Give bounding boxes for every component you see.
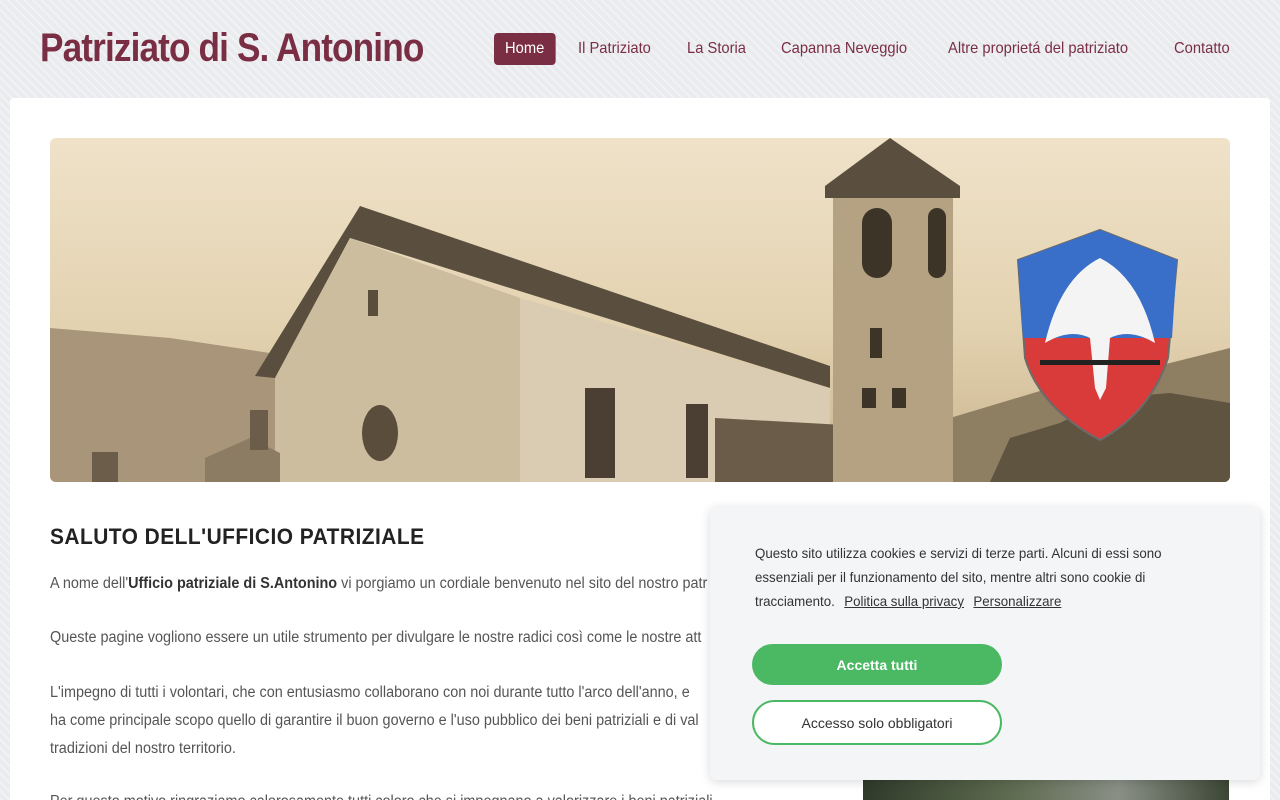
nav-home[interactable]: Home bbox=[494, 33, 556, 65]
hero-image bbox=[50, 138, 1230, 482]
cookie-message: Questo sito utilizza cookies e servizi d… bbox=[755, 541, 1202, 613]
main-nav: Home Il Patriziato La Storia Capanna Nev… bbox=[494, 33, 1253, 65]
privacy-policy-link[interactable]: Politica sulla privacy bbox=[844, 593, 964, 609]
accept-all-button[interactable]: Accetta tutti bbox=[752, 644, 1002, 685]
required-only-button[interactable]: Accesso solo obbligatori bbox=[752, 700, 1002, 745]
p3-line-2: ha come principale scopo quello di garan… bbox=[50, 712, 699, 729]
welcome-paragraph: A nome dell'Ufficio patriziale di S.Anto… bbox=[50, 570, 757, 598]
nav-altre-proprieta[interactable]: Altre proprietá del patriziato bbox=[937, 33, 1139, 65]
intro-paragraph: Queste pagine vogliono essere un utile s… bbox=[50, 629, 702, 646]
nav-capanna-neveggio[interactable]: Capanna Neveggio bbox=[770, 33, 918, 65]
site-title[interactable]: Patriziato di S. Antonino bbox=[40, 26, 424, 71]
thanks-paragraph: Per questo motivo ringraziamo calorosame… bbox=[50, 788, 757, 800]
p3-line-1: L'impegno di tutti i volontari, che con … bbox=[50, 684, 690, 701]
p1-text-post: vi porgiamo un cordiale benvenuto nel si… bbox=[337, 575, 708, 592]
p1-bold-text: Ufficio patriziale di S.Antonino bbox=[128, 575, 338, 592]
nav-contatto[interactable]: Contatto bbox=[1163, 33, 1241, 65]
page-heading: SALUTO DELL'UFFICIO PATRIZIALE bbox=[50, 524, 425, 549]
nav-il-patriziato[interactable]: Il Patriziato bbox=[567, 33, 662, 65]
sidebar-photo bbox=[863, 780, 1229, 800]
nav-la-storia[interactable]: La Storia bbox=[676, 33, 757, 65]
site-header: Patriziato di S. Antonino Home Il Patriz… bbox=[0, 0, 1280, 98]
church-bell-tower-photo bbox=[50, 138, 1230, 482]
customize-link[interactable]: Personalizzare bbox=[973, 593, 1061, 609]
p3-line-3: tradizioni del nostro territorio. bbox=[50, 740, 236, 757]
cookie-banner: Questo sito utilizza cookies e servizi d… bbox=[710, 507, 1260, 780]
p1-text-pre: A nome dell' bbox=[50, 575, 129, 592]
volunteers-paragraph: L'impegno di tutti i volontari, che con … bbox=[50, 679, 757, 763]
